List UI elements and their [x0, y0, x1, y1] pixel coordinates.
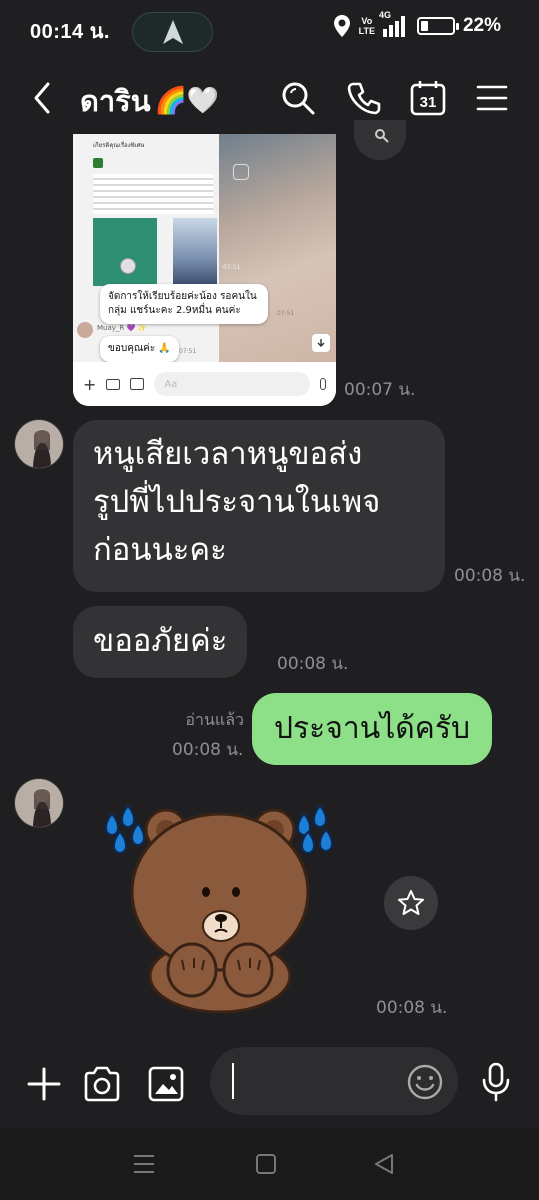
camera-icon: [84, 1066, 120, 1102]
home-button[interactable]: [250, 1148, 282, 1180]
contact-avatar[interactable]: [14, 419, 64, 469]
sticker-message[interactable]: [98, 800, 342, 1020]
navigation-pill: [132, 12, 213, 52]
message-1-line-3: ก่อนนะคะ: [93, 532, 227, 568]
screenshot-left-panel: เกียรติคุณเรื่องพิเศษ Muay_R 💜 ✨: [73, 134, 223, 362]
voice-button[interactable]: [476, 1062, 516, 1102]
screenshot-sender: Muay_R 💜 ✨: [97, 324, 147, 332]
navigation-arrow-icon: [162, 20, 183, 44]
brown-bear-crying-sticker: [104, 804, 334, 1014]
network-type-label: 4G: [378, 10, 391, 20]
emoji-icon: [407, 1064, 443, 1100]
menu-button[interactable]: [472, 78, 512, 118]
back-nav-button[interactable]: [368, 1148, 400, 1180]
incoming-message-1[interactable]: หนูเสียเวลาหนูขอส่ง รูปพี่ไปประจานในเพจ …: [73, 420, 445, 592]
read-receipt: อ่านแล้ว: [185, 710, 244, 729]
status-bar: 00:14 น. Vo LTE 4G 22%: [0, 0, 539, 62]
status-indicators: Vo LTE 4G 22%: [333, 10, 501, 38]
screenshot-caption-2: ขอบคุณค่ะ 🙏: [100, 336, 179, 362]
image-message[interactable]: เกียรติคุณเรื่องพิเศษ Muay_R 💜 ✨ 07:51 จ…: [73, 134, 336, 406]
svg-text:31: 31: [420, 94, 437, 111]
share-icon: [375, 129, 389, 143]
favorite-sticker-button[interactable]: [384, 876, 438, 930]
hamburger-menu-icon: [476, 85, 508, 111]
screenshot-input-bar: + Aa: [73, 362, 336, 406]
chat-header: ดาริน 🌈🤍 31: [0, 62, 539, 134]
screenshot-caption-1: จัดการให้เรียบร้อยค่ะน้อง รอคนในกลุ่ม แช…: [100, 284, 268, 324]
camera-button[interactable]: [82, 1064, 122, 1104]
screenshot-image-icon: [130, 378, 145, 390]
screenshot-sender-avatar: [77, 322, 93, 338]
screenshot-header: เกียรติคุณเรื่องพิเศษ: [93, 142, 145, 149]
calendar-icon: 31: [410, 81, 446, 116]
screenshot-avatar: [120, 258, 136, 274]
location-icon: [333, 15, 350, 37]
gallery-button[interactable]: [146, 1064, 186, 1104]
screenshot-photo-people: [173, 218, 217, 286]
plus-icon: [27, 1067, 61, 1101]
photo-time-2: 07:51: [277, 310, 295, 317]
contact-name: ดาริน: [80, 84, 151, 118]
contact-avatar-2[interactable]: [14, 778, 64, 828]
message-1-line-2: รูปพี่ไปประจานในเพจ: [93, 484, 381, 520]
phone-icon: [347, 82, 381, 115]
chevron-left-icon: [34, 82, 50, 114]
message-3-time: 00:08 น.: [172, 740, 244, 760]
call-button[interactable]: [344, 78, 384, 118]
tear-drops-left: [104, 804, 146, 855]
back-button[interactable]: [28, 78, 58, 118]
star-icon: [398, 890, 424, 915]
share-small-icon: [233, 164, 249, 180]
chat-title[interactable]: ดาริน 🌈🤍: [80, 78, 219, 124]
home-icon: [256, 1154, 276, 1174]
screenshot-plus-icon: +: [83, 374, 97, 394]
contact-name-emoji: 🌈🤍: [154, 86, 220, 116]
text-caret: [232, 1063, 234, 1099]
back-triangle-icon: [375, 1154, 393, 1174]
message-1-line-1: หนูเสียเวลาหนูขอส่ง: [93, 436, 363, 472]
screenshot-right-photo: 07:51: [219, 134, 336, 362]
download-icon: [317, 339, 325, 347]
sticker-time: 00:08 น.: [376, 998, 448, 1018]
image-message-time: 00:07 น.: [344, 380, 416, 400]
battery-percent: 22%: [462, 15, 501, 36]
share-button[interactable]: [354, 120, 406, 160]
screenshot-text-block: [93, 174, 213, 214]
avatar-photo: [15, 420, 63, 468]
message-2-text: ขออภัยค่ะ: [93, 623, 228, 659]
message-input[interactable]: [210, 1047, 458, 1115]
outgoing-message[interactable]: ประจานได้ครับ: [252, 693, 492, 765]
volte-label: Vo LTE: [358, 16, 375, 36]
tear-drops-right: [296, 804, 334, 855]
photo-time-3: 07:51: [179, 348, 197, 355]
search-icon: [282, 82, 315, 115]
image-icon: [148, 1066, 184, 1102]
add-button[interactable]: [24, 1064, 64, 1104]
screenshot-input-field: Aa: [154, 372, 310, 396]
message-3-text: ประจานได้ครับ: [274, 711, 470, 746]
avatar-photo-2: [15, 779, 63, 827]
search-button[interactable]: [278, 78, 318, 118]
system-navigation-bar: [0, 1128, 539, 1200]
calendar-button[interactable]: 31: [408, 78, 448, 118]
download-button[interactable]: [312, 334, 330, 352]
status-time: 00:14 น.: [30, 21, 110, 43]
app-logo-icon: [93, 158, 103, 168]
message-1-time: 00:08 น.: [454, 566, 526, 586]
recents-icon: [134, 1155, 154, 1173]
recents-button[interactable]: [128, 1148, 160, 1180]
screenshot-camera-icon: [106, 378, 121, 390]
battery-icon: [416, 17, 459, 35]
battery-level: [420, 21, 428, 31]
message-2-time: 00:08 น.: [277, 654, 349, 674]
photo-time-1: 07:51: [223, 264, 241, 271]
emoji-button[interactable]: [406, 1063, 444, 1101]
screenshot-photo-green: [93, 218, 157, 286]
signal-icon: 4G: [379, 10, 405, 37]
screenshot-mic-icon: [320, 378, 326, 390]
incoming-message-2[interactable]: ขออภัยค่ะ: [73, 606, 248, 678]
microphone-icon: [482, 1062, 510, 1102]
